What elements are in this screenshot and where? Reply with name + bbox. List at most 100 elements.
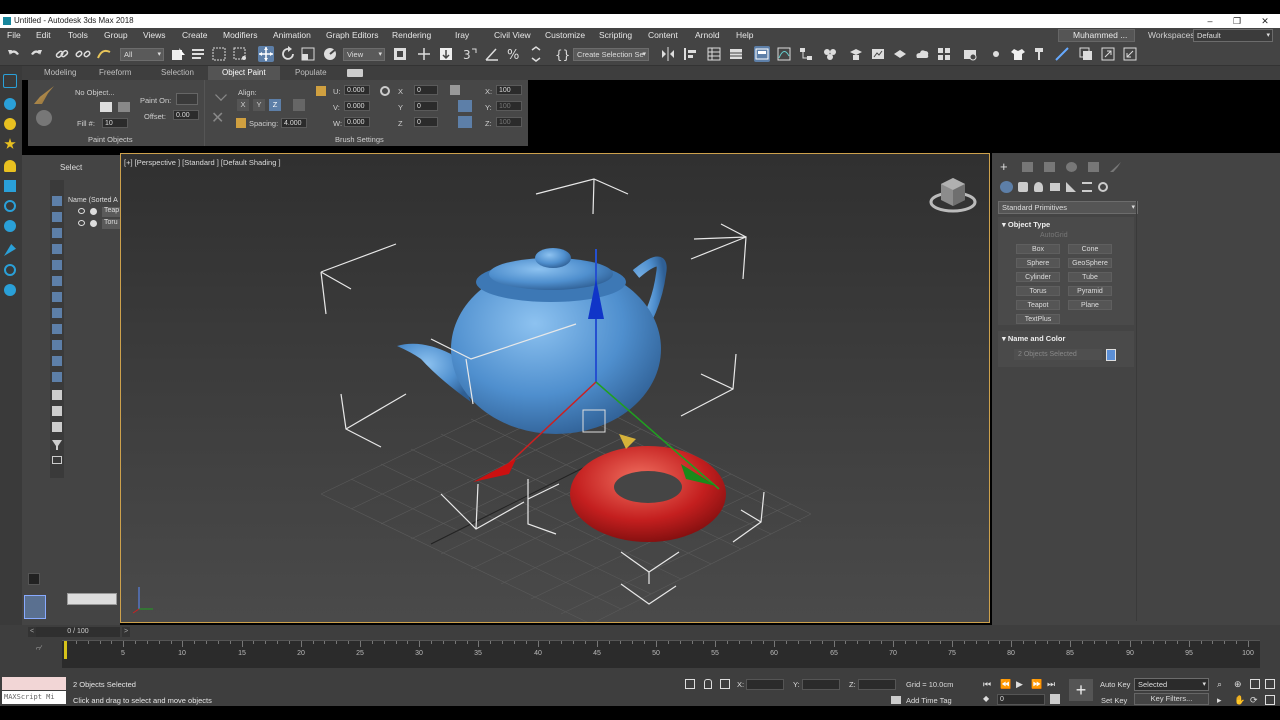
align-z-button[interactable]: Z [269, 99, 281, 111]
menu-iray[interactable]: Iray [455, 28, 469, 43]
clone-tool-icon[interactable] [1078, 46, 1094, 62]
display-all-icon[interactable] [52, 390, 62, 400]
menu-graph-editors[interactable]: Graph Editors [326, 28, 378, 43]
scene-explorer-select-menu[interactable]: Select [60, 163, 82, 172]
percent-snap-icon[interactable]: % [506, 46, 522, 63]
fill-number-field[interactable]: 10 [102, 118, 128, 128]
redo-icon[interactable] [28, 46, 44, 62]
maximize-viewport-icon[interactable] [1265, 695, 1275, 705]
box-button[interactable]: Box [1016, 244, 1060, 254]
keyboard-shortcut-icon[interactable] [438, 46, 454, 62]
menu-edit[interactable]: Edit [36, 28, 51, 43]
pyramid-button[interactable]: Pyramid [1068, 286, 1112, 296]
rendered-frame-window-icon[interactable] [870, 46, 886, 62]
filter-spacewarps-icon[interactable] [52, 276, 62, 286]
render-production-icon[interactable] [892, 46, 908, 62]
commit-check-icon[interactable] [215, 89, 227, 101]
y-coord-field[interactable] [802, 679, 840, 690]
next-frame-icon[interactable]: ⏩ [1031, 679, 1042, 690]
star-icon[interactable] [4, 138, 16, 149]
scene-explorer-toggle-icon[interactable] [3, 74, 17, 88]
tab-selection[interactable]: Selection [161, 66, 194, 80]
absolute-mode-icon[interactable] [720, 679, 730, 689]
cone-button[interactable]: Cone [1068, 244, 1112, 254]
isolate-selection-icon[interactable] [685, 679, 695, 689]
cylinder-button[interactable]: Cylinder [1016, 272, 1060, 282]
scene-explorer-scrollbar[interactable] [67, 593, 117, 605]
align-x-button[interactable]: X [237, 99, 249, 111]
menu-file[interactable]: File [7, 28, 21, 43]
select-object-icon[interactable] [170, 46, 186, 62]
reference-coordinate-dropdown[interactable]: View [343, 48, 385, 61]
go-to-start-icon[interactable]: ⏮ [983, 679, 991, 690]
zoom-extents-all-icon[interactable] [1265, 679, 1275, 689]
curve-editor-toggle-icon[interactable]: ⌐∕ [36, 645, 48, 655]
scene-row-torus[interactable]: Toru [66, 219, 120, 230]
filter-helpers-icon[interactable] [52, 260, 62, 270]
export-tool-icon[interactable] [1100, 46, 1116, 62]
random-scale-icon[interactable] [458, 116, 472, 128]
menu-help[interactable]: Help [736, 28, 753, 43]
spinner-snap-icon[interactable] [528, 46, 544, 62]
render-in-cloud-icon[interactable] [914, 46, 930, 62]
menu-customize[interactable]: Customize [545, 28, 585, 43]
set-key-icon[interactable]: + [1069, 679, 1093, 701]
select-and-move-icon[interactable] [258, 46, 274, 62]
set-key-button[interactable]: Set Key [1101, 696, 1127, 705]
rectangular-selection-icon[interactable] [211, 46, 227, 62]
fill-paint-icon[interactable] [36, 110, 52, 126]
geometry-icon[interactable] [1000, 181, 1013, 193]
pivot-center-icon[interactable] [392, 46, 408, 62]
shirt-icon[interactable] [1010, 46, 1026, 62]
window-crossing-icon[interactable] [232, 46, 248, 62]
object-color-swatch[interactable] [1106, 349, 1116, 361]
rot-z-field[interactable]: 0 [414, 117, 438, 127]
menu-rendering[interactable]: Rendering [392, 28, 431, 43]
systems-icon[interactable] [1098, 182, 1108, 192]
light-icon[interactable] [4, 118, 16, 130]
schematic-view-icon[interactable] [798, 46, 814, 62]
visibility-eye-icon[interactable] [78, 220, 85, 226]
sphere-button[interactable]: Sphere [1016, 258, 1060, 268]
maxscript-mini-listener[interactable]: MAXScript Mi [2, 691, 66, 704]
help-icon[interactable] [4, 284, 16, 296]
play-icon[interactable]: ▶ [1016, 679, 1023, 690]
filter-funnel-icon[interactable] [52, 440, 62, 450]
maximize-button[interactable]: ❐ [1222, 14, 1252, 28]
previous-frame-icon[interactable]: ⏪ [1000, 679, 1011, 690]
ribbon-toggle-icon[interactable] [347, 69, 363, 77]
menu-content[interactable]: Content [648, 28, 678, 43]
close-button[interactable]: ✕ [1250, 14, 1280, 28]
auto-key-button[interactable]: Auto Key [1100, 680, 1130, 689]
perspective-viewport[interactable]: [+] [Perspective ] [Standard ] [Default … [120, 153, 990, 623]
filter-hidden-icon[interactable] [52, 372, 62, 382]
create-sphere-icon[interactable] [988, 46, 1004, 62]
menu-views[interactable]: Views [143, 28, 166, 43]
filter-shapes-icon[interactable] [52, 212, 62, 222]
utilities-tab-icon[interactable] [1110, 162, 1121, 172]
filter-lights-icon[interactable] [52, 228, 62, 238]
scale-z-field[interactable]: 100 [496, 117, 522, 127]
z-coord-field[interactable] [858, 679, 896, 690]
tab-object-paint[interactable]: Object Paint [208, 66, 280, 80]
zoom-extents-icon[interactable] [1250, 679, 1260, 689]
time-configuration-icon[interactable] [1050, 694, 1060, 704]
menu-arnold[interactable]: Arnold [695, 28, 720, 43]
open-explorer-icon[interactable] [962, 46, 978, 62]
w-field[interactable]: 0.000 [344, 117, 370, 127]
cameras-icon[interactable] [1050, 183, 1060, 191]
unlink-icon[interactable] [75, 46, 91, 62]
menu-civil-view[interactable]: Civil View [494, 28, 531, 43]
edit-named-selection-icon[interactable]: {} [553, 46, 570, 62]
tab-modeling[interactable]: Modeling [44, 66, 76, 80]
plane-button[interactable]: Plane [1068, 300, 1112, 310]
name-and-color-header[interactable]: ▾ Name and Color [1002, 334, 1065, 343]
key-mode-icon[interactable]: ◆ [983, 694, 989, 703]
filter-cameras-icon[interactable] [52, 244, 62, 254]
menu-group[interactable]: Group [104, 28, 128, 43]
filter-geometry-icon[interactable] [52, 196, 62, 206]
create-tab-icon[interactable]: + [1000, 160, 1008, 173]
align-y-button[interactable]: Y [253, 99, 265, 111]
settings-icon[interactable] [4, 264, 16, 276]
paint-on-dropdown[interactable] [176, 93, 198, 105]
